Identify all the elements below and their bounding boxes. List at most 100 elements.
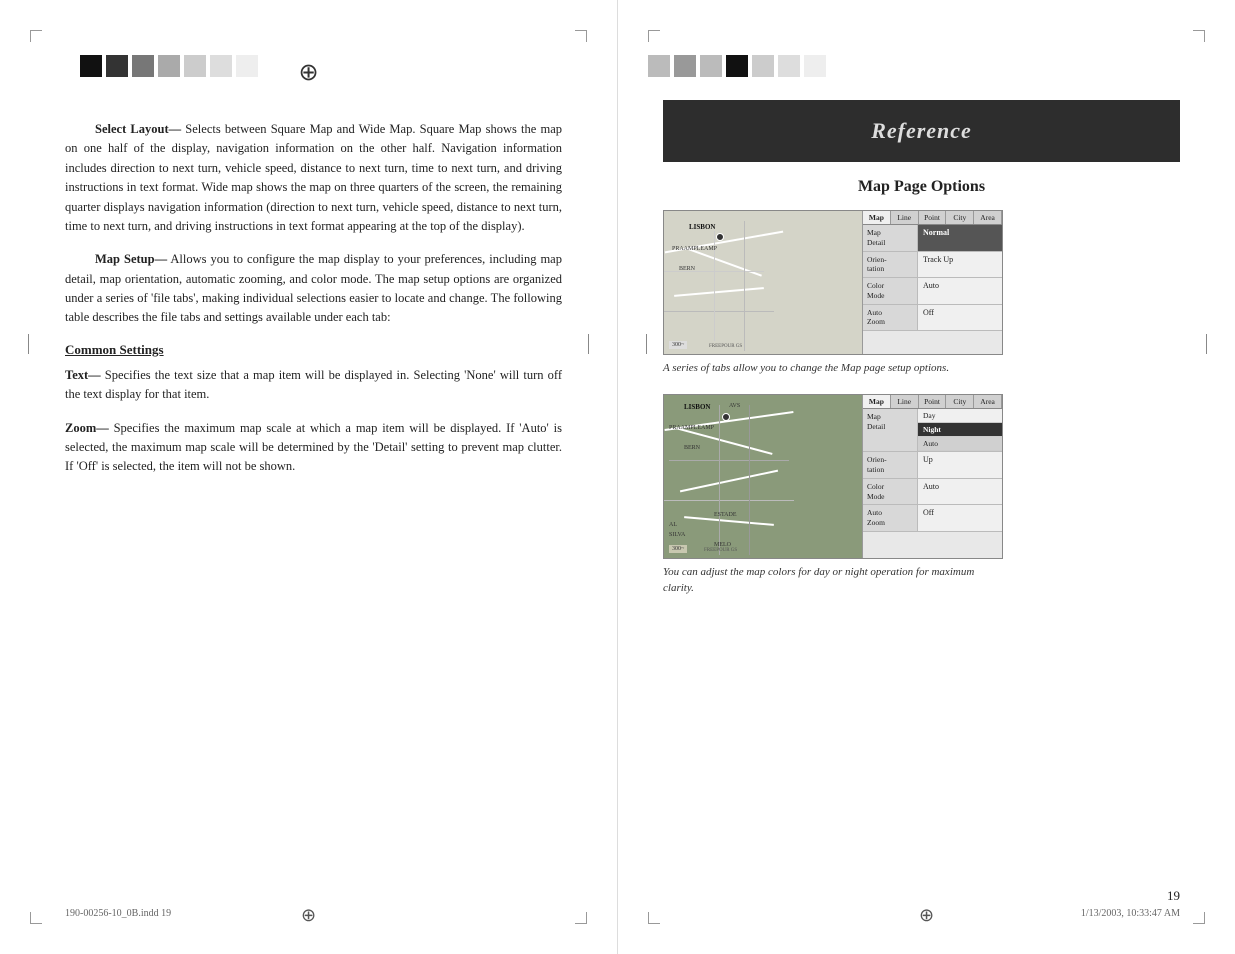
option-value-trackup-1: Track Up bbox=[918, 252, 1002, 278]
right-right-edge bbox=[1206, 334, 1207, 354]
city-sub-3: PRAAMPLEAMP bbox=[669, 425, 714, 431]
option-row-color-1: ColorMode Auto bbox=[863, 278, 1002, 305]
text-setting-term: Text— bbox=[65, 368, 101, 382]
option-value-color-2: Day Night Auto bbox=[918, 409, 1002, 451]
road-5 bbox=[664, 311, 774, 312]
option-label-color-1: ColorMode bbox=[863, 278, 918, 304]
page-number: 19 bbox=[1167, 888, 1180, 904]
tab-city-2: City bbox=[946, 395, 974, 408]
option-label-orient-2: Orien-tation bbox=[863, 452, 918, 478]
option-label-orient-1: Orien-tation bbox=[863, 252, 918, 278]
bar-7 bbox=[236, 55, 258, 77]
map-sidebar-1: Map Line Point City Area MapDetail Norma… bbox=[862, 211, 1002, 354]
option-value-off-2: Off bbox=[918, 505, 1002, 531]
right-bar-4 bbox=[726, 55, 748, 77]
bar-5 bbox=[184, 55, 206, 77]
scale-1: 300~ bbox=[669, 341, 687, 349]
plus-icon: ⊕ bbox=[298, 60, 318, 86]
city-sub-1: PRAAMPLEAMP bbox=[672, 246, 717, 252]
right-page: Reference Map Page Options LISBON bbox=[617, 0, 1235, 954]
map-screenshot-1: LISBON PRAAMPLEAMP BERN 300~ FREEPOUR GS… bbox=[663, 210, 1003, 355]
corner-tl bbox=[30, 30, 42, 42]
center-cross-left: ⊕ bbox=[298, 58, 318, 87]
reference-title: Reference bbox=[673, 118, 1170, 144]
scale-label-2: FREEPOUR GS bbox=[704, 548, 737, 553]
tab-point-1: Point bbox=[919, 211, 947, 224]
avs-label: AVS bbox=[729, 403, 740, 409]
bar-3 bbox=[132, 55, 154, 77]
common-settings-heading: Common Settings bbox=[65, 342, 562, 358]
map-sidebar-2: Map Line Point City Area MapDetail Day N… bbox=[862, 395, 1002, 558]
map-options-title: Map Page Options bbox=[663, 178, 1180, 196]
bern-label-2: BERN bbox=[684, 445, 700, 451]
option-row-color-2: ColorMode Auto bbox=[863, 479, 1002, 506]
option-label-zoom-2: AutoZoom bbox=[863, 505, 918, 531]
silva-label: SILVA bbox=[669, 532, 685, 538]
option-label-color-2: ColorMode bbox=[863, 479, 918, 505]
option-row-zoom-2: AutoZoom Off bbox=[863, 505, 1002, 532]
option-value-auto-2: Auto bbox=[918, 479, 1002, 505]
night-option: Night bbox=[918, 423, 1002, 437]
auto-option: Auto bbox=[918, 437, 1002, 451]
zoom-setting-term: Zoom— bbox=[65, 421, 109, 435]
road2-5 bbox=[664, 500, 794, 501]
left-header-bars bbox=[80, 55, 258, 77]
caption-1: A series of tabs allow you to change the… bbox=[663, 361, 1003, 376]
map-area-2: LISBON AVS PRAAMPLEAMP BERN AL SILVA EST… bbox=[664, 395, 862, 558]
left-edge-mark bbox=[28, 334, 29, 354]
map-area-1: LISBON PRAAMPLEAMP BERN 300~ FREEPOUR GS bbox=[664, 211, 862, 354]
tab-line-1: Line bbox=[891, 211, 919, 224]
text-setting-para: Text— Specifies the text size that a map… bbox=[65, 366, 562, 405]
zoom-setting-text: Specifies the maximum map scale at which… bbox=[65, 421, 562, 474]
bar-4 bbox=[158, 55, 180, 77]
tab-city-1: City bbox=[946, 211, 974, 224]
right-bar-3 bbox=[700, 55, 722, 77]
right-edge-mark bbox=[588, 334, 589, 354]
map-screenshot-2: LISBON AVS PRAAMPLEAMP BERN AL SILVA EST… bbox=[663, 394, 1003, 559]
select-layout-para: Select Layout— Selects between Square Ma… bbox=[65, 120, 562, 236]
zoom-setting-para: Zoom— Specifies the maximum map scale at… bbox=[65, 419, 562, 477]
map-tabs-1: Map Line Point City Area bbox=[863, 211, 1002, 225]
right-bar-7 bbox=[804, 55, 826, 77]
page-container: ⊕ Select Layout— Selects between Square … bbox=[0, 0, 1235, 954]
select-layout-text: Selects between Square Map and Wide Map.… bbox=[65, 122, 562, 233]
road-4 bbox=[674, 287, 764, 297]
right-bar-5 bbox=[752, 55, 774, 77]
road-v2 bbox=[744, 221, 745, 351]
right-header-bars bbox=[648, 55, 826, 77]
footer-right: 1/13/2003, 10:33:47 AM bbox=[1081, 908, 1180, 919]
option-value-auto-1: Auto bbox=[918, 278, 1002, 304]
tab-map-1: Map bbox=[863, 211, 891, 224]
color-multi: Day Night Auto bbox=[918, 409, 1002, 451]
tab-line-2: Line bbox=[891, 395, 919, 408]
left-content: Select Layout— Selects between Square Ma… bbox=[65, 120, 562, 477]
road2-v2 bbox=[749, 405, 750, 555]
day-option: Day bbox=[918, 409, 1002, 423]
right-bar-2 bbox=[674, 55, 696, 77]
map-tabs-2: Map Line Point City Area bbox=[863, 395, 1002, 409]
option-row-detail-1: MapDetail Normal bbox=[863, 225, 1002, 252]
footer-left: 190-00256-10_0B.indd 19 bbox=[65, 908, 171, 919]
road2-v1 bbox=[719, 405, 720, 555]
bottom-cross-left: ⊕ bbox=[301, 905, 316, 926]
bar-2 bbox=[106, 55, 128, 77]
bar-6 bbox=[210, 55, 232, 77]
lisbon-label-2: LISBON bbox=[684, 403, 710, 411]
right-bar-1 bbox=[648, 55, 670, 77]
option-label-detail-2: MapDetail bbox=[863, 409, 918, 451]
tab-area-2: Area bbox=[974, 395, 1002, 408]
bottom-cross-right: ⊕ bbox=[919, 905, 934, 926]
map-options-list-2: MapDetail Day Night Auto Orien-tation Up bbox=[863, 409, 1002, 532]
option-label-detail-1: MapDetail bbox=[863, 225, 918, 251]
left-page: ⊕ Select Layout— Selects between Square … bbox=[0, 0, 617, 954]
tab-map-2: Map bbox=[863, 395, 891, 408]
corner-bl bbox=[30, 912, 42, 924]
right-corner-tl bbox=[648, 30, 660, 42]
option-row-orient-2: Orien-tation Up bbox=[863, 452, 1002, 479]
right-corner-bl bbox=[648, 912, 660, 924]
option-value-normal-1: Normal bbox=[918, 225, 1002, 251]
al-label: AL bbox=[669, 522, 677, 528]
scale-label-1: FREEPOUR GS bbox=[709, 344, 742, 349]
right-left-edge bbox=[646, 334, 647, 354]
map-visual-2: LISBON AVS PRAAMPLEAMP BERN AL SILVA EST… bbox=[664, 395, 862, 558]
